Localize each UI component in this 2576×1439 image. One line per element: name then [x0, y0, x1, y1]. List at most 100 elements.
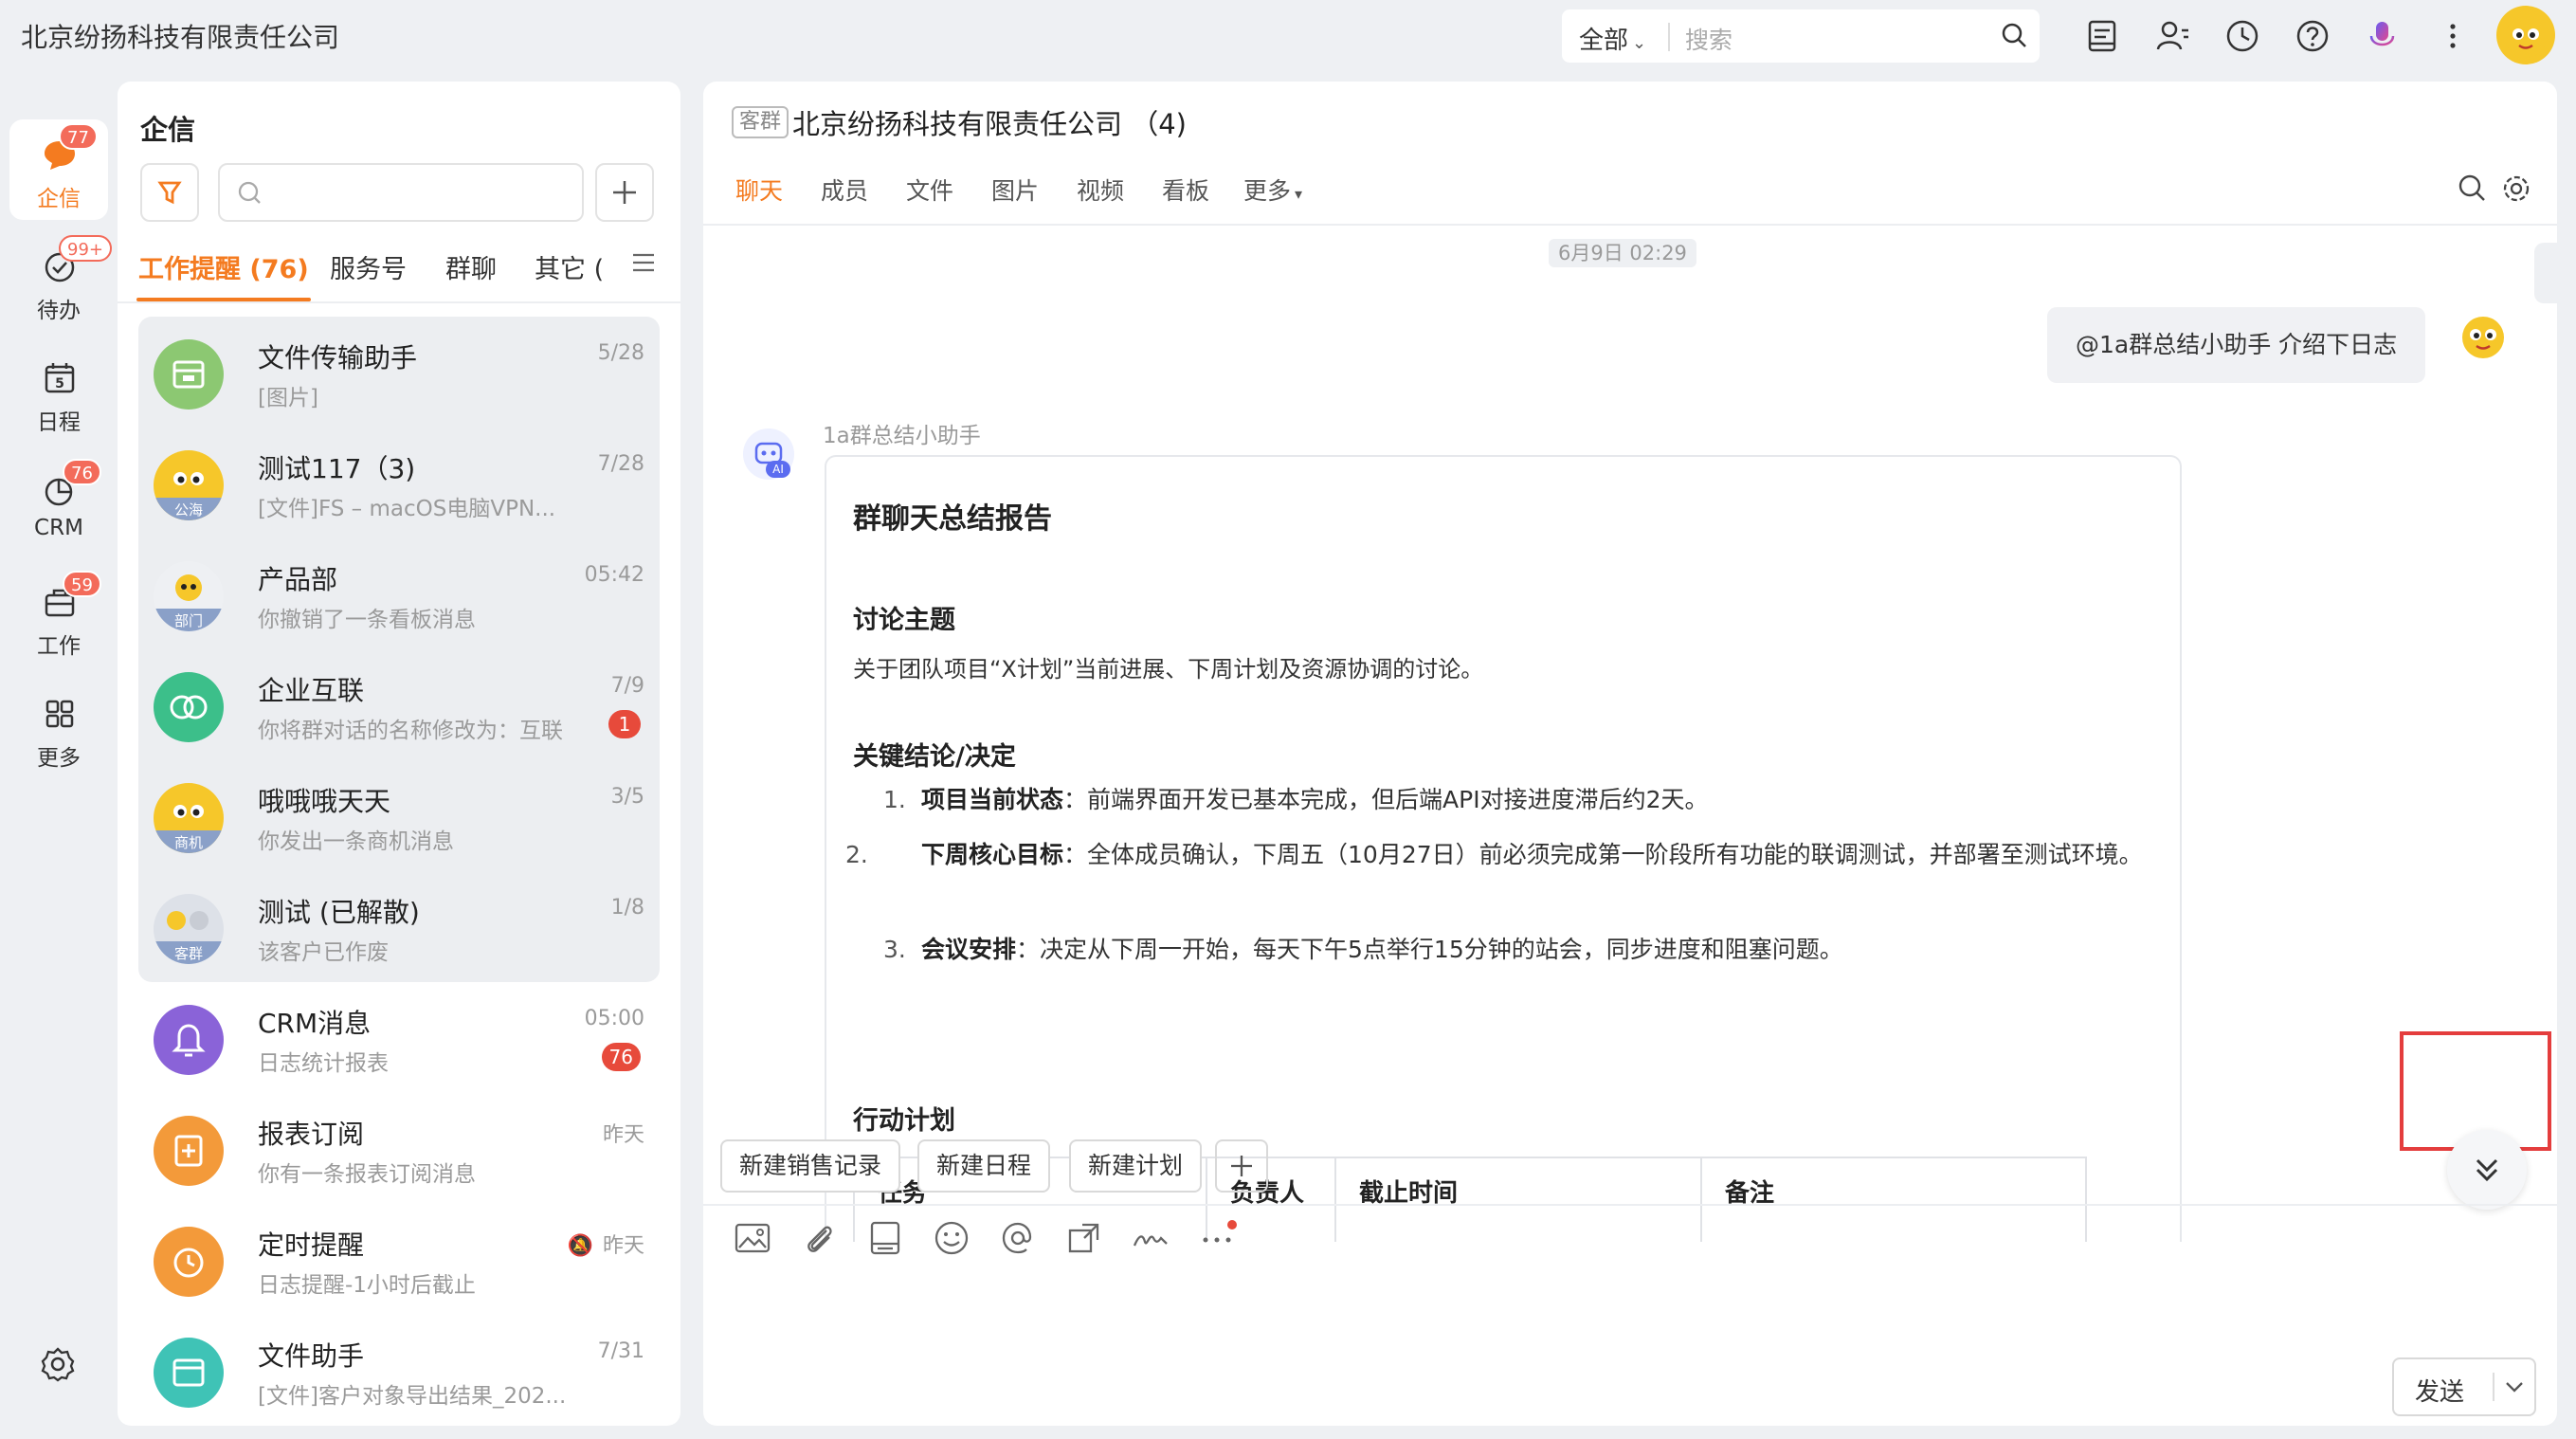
caret-down-icon: ▾	[1295, 185, 1303, 203]
image-icon[interactable]	[732, 1217, 773, 1259]
conversation-item[interactable]: 文件助手 [文件]客户对象导出结果_202... 7/31	[138, 1317, 660, 1426]
file-assistant-icon	[154, 1338, 224, 1408]
group-avatar: 部门	[154, 561, 224, 631]
conversation-name: 报表订阅	[258, 1119, 365, 1150]
new-plan-button[interactable]: 新建计划	[1069, 1139, 1203, 1193]
conversation-item[interactable]: 企业互联 你将群对话的名称修改为：互联 7/9 1	[138, 651, 660, 762]
emoji-icon[interactable]	[931, 1217, 972, 1259]
add-quick-action-button[interactable]	[1215, 1139, 1268, 1193]
list-search-input[interactable]	[218, 163, 584, 222]
settings-gear-icon[interactable]	[38, 1344, 78, 1384]
contacts-icon[interactable]	[2153, 17, 2191, 55]
new-schedule-button[interactable]: 新建日程	[917, 1139, 1051, 1193]
signature-icon[interactable]	[1130, 1217, 1171, 1259]
summary-report-card[interactable]: 群聊天总结报告 讨论主题 关于团队项目“X计划”当前进展、下周计划及资源协调的讨…	[825, 455, 2182, 1242]
conversation-item[interactable]: 公海 测试117（3) [文件]FS – macOS电脑VPN... 7/28	[138, 429, 660, 540]
nav-badge: 99+	[59, 235, 112, 262]
search-input[interactable]: 搜索	[1685, 22, 1732, 56]
conversation-time: 5/28	[597, 341, 644, 365]
conversation-preview: 你有一条报表订阅消息	[258, 1162, 476, 1187]
group-avatar: 商机	[154, 783, 224, 853]
more-tools-icon[interactable]	[1196, 1217, 1238, 1259]
tab-members[interactable]: 成员	[821, 173, 868, 207]
calendar-day: 5	[55, 376, 64, 392]
conversation-preview: [图片]	[258, 386, 318, 410]
search-scope-select[interactable]: 全部 ⌄	[1579, 21, 1646, 56]
clock-icon[interactable]	[2223, 17, 2261, 55]
search-icon[interactable]	[2000, 21, 2028, 53]
conversation-item[interactable]: 商机 哦哦哦天天 你发出一条商机消息 3/5	[138, 762, 660, 873]
tab-more[interactable]: 更多 ▾	[1243, 173, 1302, 207]
conversation-item[interactable]: 定时提醒 日志提醒-1小时后截止 🔕 昨天	[138, 1206, 660, 1317]
decision-item: 1. 项目当前状态：前端界面开发已基本完成，但后端API对接进度滞后约2天。	[883, 781, 2144, 819]
time-label: 昨天	[602, 1234, 644, 1258]
scroll-to-bottom-button[interactable]	[2447, 1130, 2527, 1210]
side-panel-toggle[interactable]	[2534, 243, 2557, 303]
mention-icon[interactable]	[997, 1217, 1039, 1259]
conversation-name: 哦哦哦天天	[258, 786, 391, 817]
send-divider	[2493, 1373, 2494, 1401]
bot-avatar[interactable]: AI	[743, 428, 794, 480]
nav-item-more[interactable]: 更多	[9, 679, 108, 779]
conversation-name: 产品部	[258, 564, 338, 595]
tab-service[interactable]: 服务号	[330, 248, 407, 285]
tab-videos[interactable]: 视频	[1077, 173, 1124, 207]
nav-item-todo[interactable]: 99+ 待办	[9, 231, 112, 332]
document-list-icon[interactable]	[2083, 17, 2121, 55]
list-number: 1.	[883, 786, 906, 813]
tab-other[interactable]: 其它 (	[535, 248, 610, 285]
folder-transfer-icon	[154, 339, 224, 410]
send-button[interactable]: 发送	[2392, 1357, 2536, 1416]
tab-board[interactable]: 看板	[1162, 173, 1209, 207]
attachment-icon[interactable]	[798, 1217, 840, 1259]
top-bar: 北京纷扬科技有限责任公司 全部 ⌄ 搜索	[0, 0, 2576, 72]
conversation-item[interactable]: CRM消息 日志统计报表 05:00 76	[138, 984, 660, 1095]
voice-assistant-icon[interactable]	[2364, 17, 2402, 55]
nav-label: 工作	[37, 634, 81, 659]
group-avatar: 客群	[154, 894, 224, 964]
conversation-time: 昨天	[602, 1123, 644, 1147]
decision-label: 项目当前状态	[921, 786, 1064, 813]
conversation-item[interactable]: 客群 测试 (已解散) 该客户已作废 1/8	[138, 873, 660, 984]
tab-menu-icon[interactable]	[629, 248, 658, 281]
my-message-bubble[interactable]: @1a群总结小助手 介绍下日志	[2047, 307, 2426, 383]
input-divider	[703, 1204, 2557, 1206]
settings-icon[interactable]	[2500, 173, 2532, 209]
nav-item-schedule[interactable]: 5 日程	[9, 343, 108, 444]
tab-files[interactable]: 文件	[906, 173, 953, 207]
conversation-item[interactable]: 部门 产品部 你撤销了一条看板消息 05:42	[138, 540, 660, 651]
nav-item-work[interactable]: 59 工作	[9, 567, 108, 667]
search-icon[interactable]	[2457, 173, 2489, 209]
user-avatar[interactable]	[2496, 6, 2555, 64]
tab-images[interactable]: 图片	[991, 173, 1039, 207]
search-icon	[238, 181, 259, 202]
folder-icon[interactable]	[864, 1217, 906, 1259]
decision-text: ：全体成员确认，下周五（10月27日）前必须完成第一阶段所有功能的联调测试，并部…	[1063, 841, 2143, 868]
my-avatar[interactable]	[2453, 305, 2513, 366]
conversation-item[interactable]: 文件传输助手 [图片] 5/28	[138, 319, 660, 429]
help-icon[interactable]	[2294, 17, 2331, 55]
alarm-clock-icon	[154, 1227, 224, 1297]
chevron-down-icon[interactable]	[2500, 1373, 2529, 1405]
conversation-name: 文件传输助手	[258, 342, 418, 373]
nav-item-crm[interactable]: 76 CRM	[9, 455, 108, 556]
conversation-time: 7/28	[597, 452, 644, 476]
tab-chat[interactable]: 聊天	[735, 173, 783, 207]
tab-group-chat[interactable]: 群聊	[445, 248, 497, 285]
topic-text: 关于团队项目“X计划”当前进展、下周计划及资源协调的讨论。	[853, 656, 1484, 683]
add-conversation-button[interactable]	[595, 163, 654, 222]
chevron-down-icon: ⌄	[1632, 33, 1647, 53]
plan-heading: 行动计划	[853, 1106, 955, 1136]
nav-item-messages[interactable]: 77 企信	[9, 119, 108, 220]
conversation-time: 05:42	[584, 563, 644, 587]
global-search-box[interactable]: 全部 ⌄ 搜索	[1562, 9, 2040, 63]
filter-button[interactable]	[140, 163, 199, 222]
conversation-item[interactable]: 报表订阅 你有一条报表订阅消息 昨天	[138, 1095, 660, 1206]
new-sales-record-button[interactable]: 新建销售记录	[720, 1139, 901, 1193]
bell-icon	[154, 1005, 224, 1075]
more-vertical-icon[interactable]	[2434, 17, 2472, 55]
calendar-icon: 5	[42, 360, 78, 396]
tab-work-reminders[interactable]: 工作提醒 (76)	[138, 248, 309, 285]
screenshot-icon[interactable]	[1063, 1217, 1105, 1259]
conversation-preview: [文件]FS – macOS电脑VPN...	[258, 497, 556, 521]
